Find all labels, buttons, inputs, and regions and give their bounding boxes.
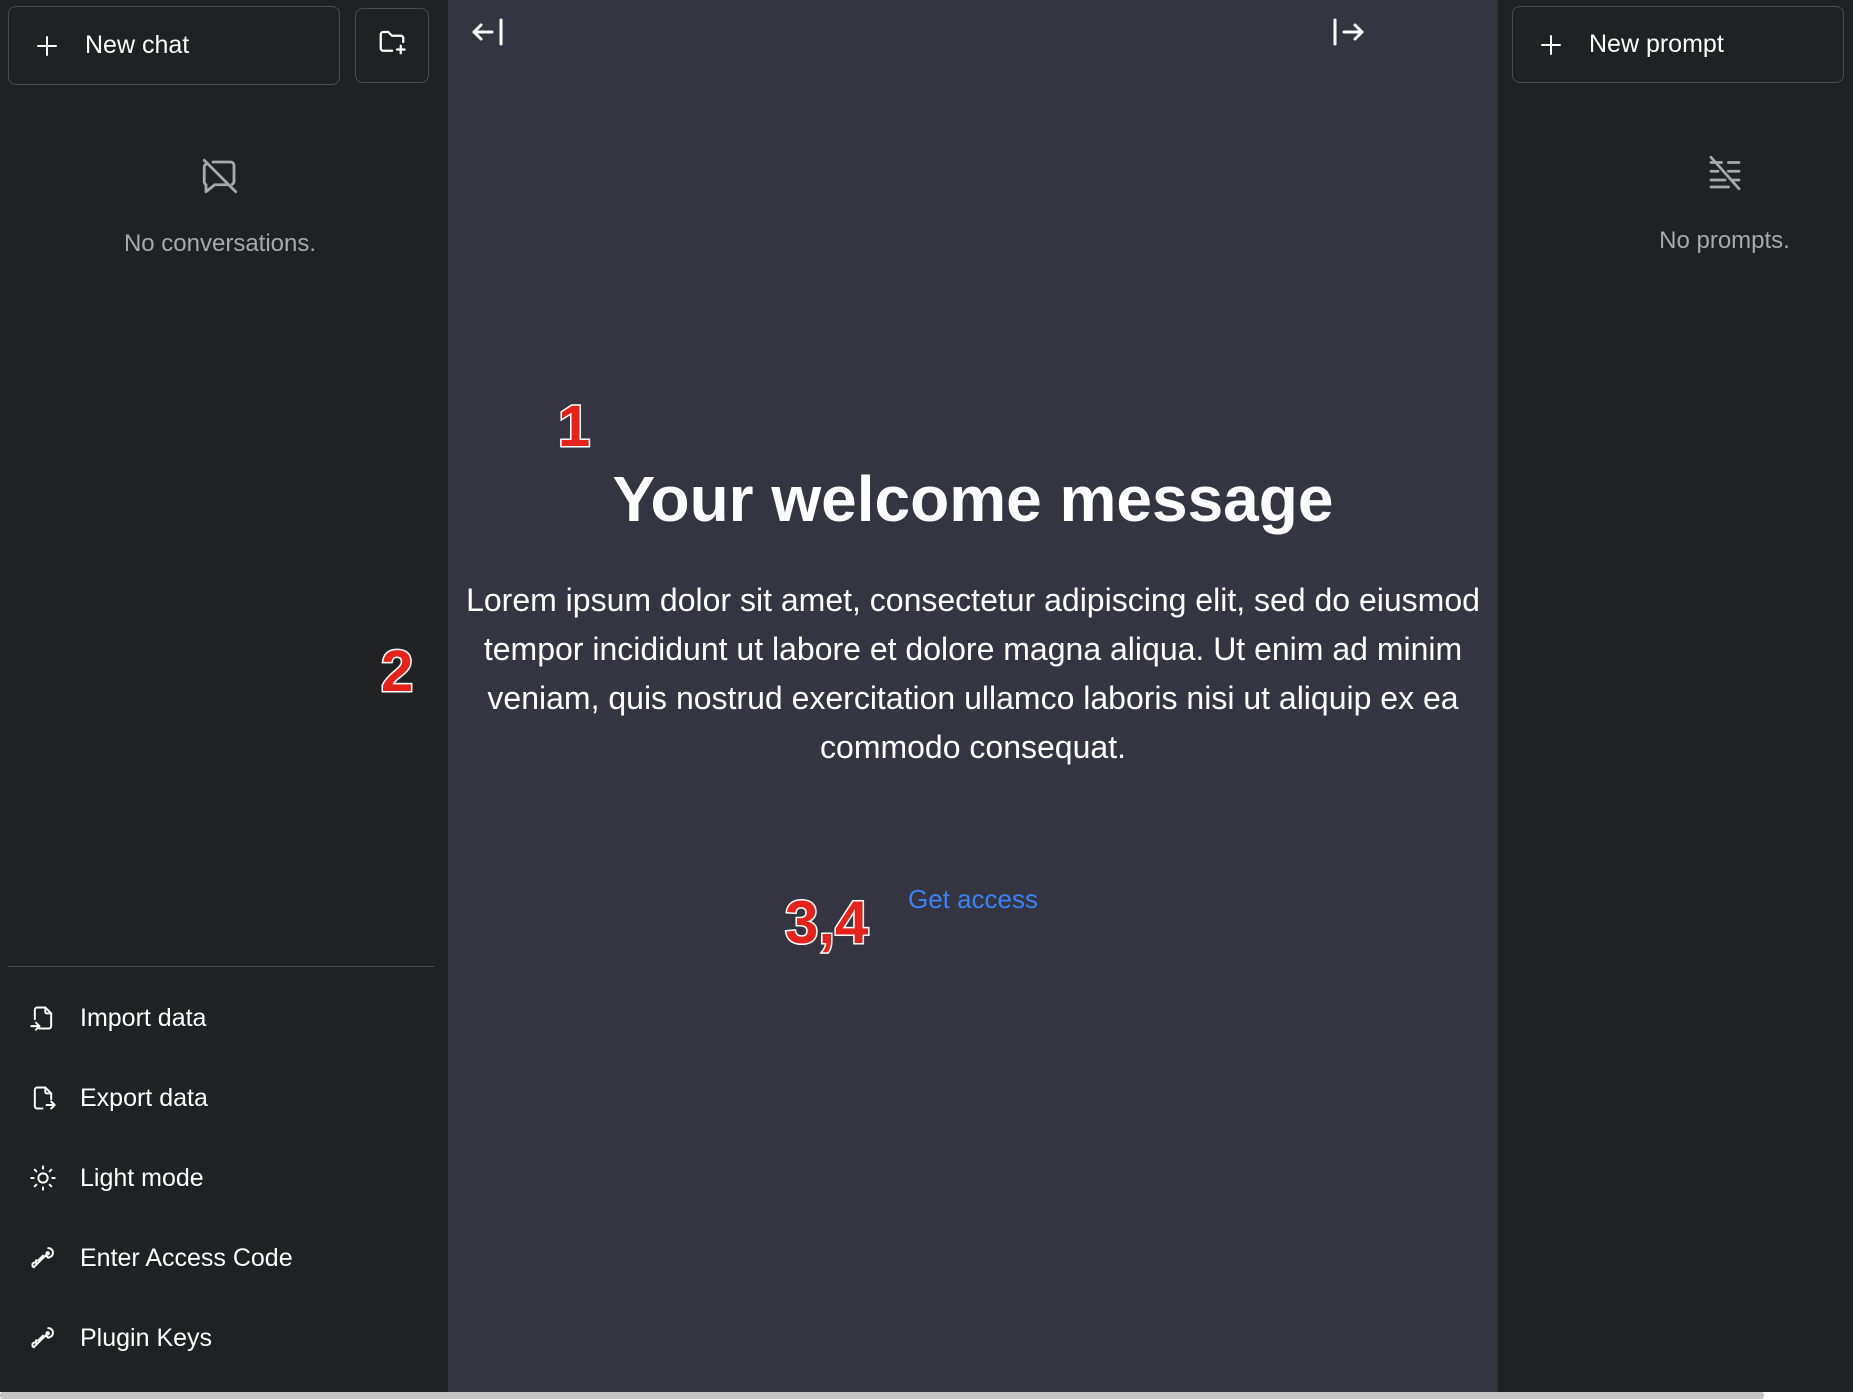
file-export-icon xyxy=(28,1083,58,1113)
export-data-label: Export data xyxy=(80,1083,208,1112)
message-off-icon xyxy=(199,155,241,230)
sidebar-settings-menu: Import data Export data Light mode Enter… xyxy=(8,978,434,1378)
welcome-title: Your welcome message xyxy=(612,463,1334,535)
sun-icon xyxy=(28,1163,58,1193)
new-prompt-label: New prompt xyxy=(1589,30,1724,58)
horizontal-scrollbar-thumb[interactable] xyxy=(0,1392,1764,1399)
no-prompts-state: No prompts. xyxy=(1512,152,1853,255)
enter-access-code-button[interactable]: Enter Access Code xyxy=(8,1218,434,1298)
annotation-marker-2: 2 xyxy=(379,638,414,706)
plugin-keys-button[interactable]: Plugin Keys xyxy=(8,1298,434,1378)
key-icon xyxy=(28,1323,58,1353)
export-data-button[interactable]: Export data xyxy=(8,1058,434,1138)
enter-access-code-label: Enter Access Code xyxy=(80,1243,293,1272)
close-right-sidebar-button[interactable] xyxy=(1328,14,1368,54)
plus-icon xyxy=(1539,33,1563,57)
plugin-keys-label: Plugin Keys xyxy=(80,1323,213,1352)
import-data-label: Import data xyxy=(80,1003,207,1032)
no-prompts-text: No prompts. xyxy=(1659,227,1790,254)
close-left-sidebar-button[interactable] xyxy=(468,14,508,54)
text-off-icon xyxy=(1704,152,1746,227)
arrow-bar-left-icon xyxy=(470,16,506,53)
arrow-bar-right-icon xyxy=(1330,16,1366,53)
sidebar-divider xyxy=(8,966,434,967)
plus-icon xyxy=(35,34,59,58)
import-data-button[interactable]: Import data xyxy=(8,978,434,1058)
new-prompt-button[interactable]: New prompt xyxy=(1512,6,1844,83)
new-folder-button[interactable] xyxy=(355,8,429,83)
no-conversations-state: No conversations. xyxy=(0,155,440,258)
welcome-body-text: Lorem ipsum dolor sit amet, consectetur … xyxy=(466,582,1480,765)
light-mode-label: Light mode xyxy=(80,1163,204,1192)
annotation-marker-1: 1 xyxy=(556,393,591,461)
folder-plus-icon xyxy=(377,27,407,64)
new-chat-label: New chat xyxy=(85,31,190,59)
key-icon xyxy=(28,1243,58,1273)
get-access-link[interactable]: Get access xyxy=(448,884,1498,915)
annotation-marker-3-4: 3,4 xyxy=(783,888,869,958)
no-conversations-text: No conversations. xyxy=(123,230,317,257)
file-import-icon xyxy=(28,1003,58,1033)
light-mode-button[interactable]: Light mode xyxy=(8,1138,434,1218)
new-chat-button[interactable]: New chat xyxy=(8,6,340,85)
